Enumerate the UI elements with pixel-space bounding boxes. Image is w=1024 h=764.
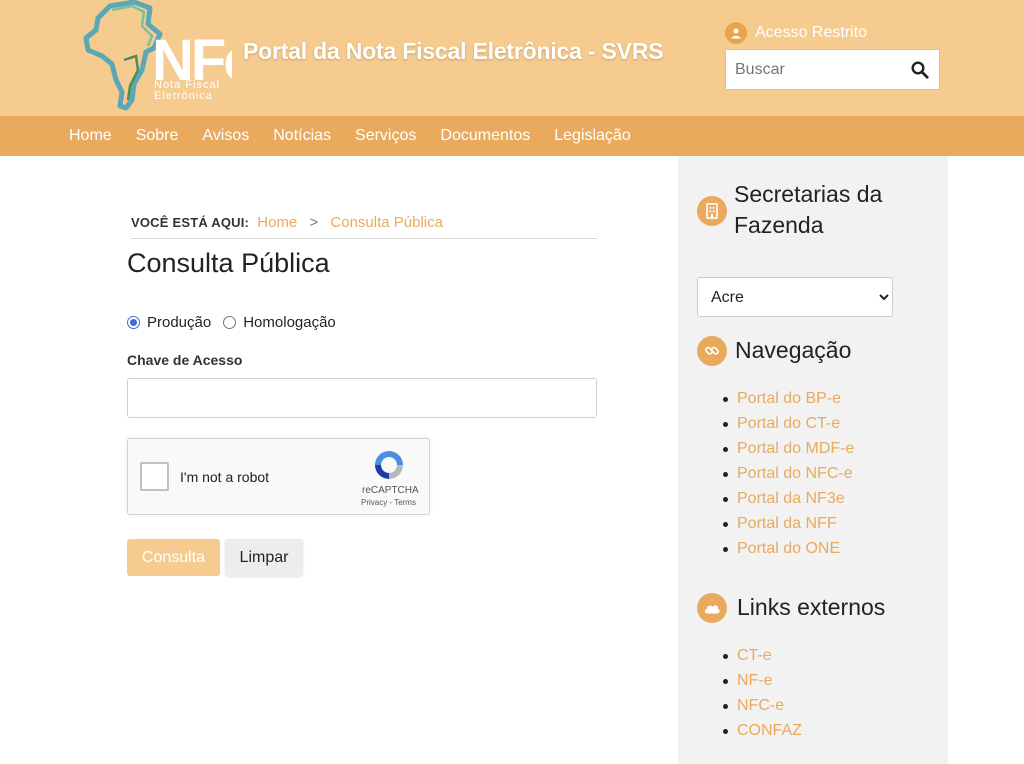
link-portal-cte[interactable]: Portal do CT-e: [737, 415, 840, 432]
site-header: NFe Nota Fiscal Eletrônica Portal da Not…: [0, 0, 1024, 116]
recaptcha-logo-icon: [375, 451, 403, 479]
list-item: Portal do MDF-e: [722, 436, 854, 461]
navegacao-links: Portal do BP-e Portal do CT-e Portal do …: [722, 386, 854, 561]
limpar-button[interactable]: Limpar: [225, 539, 303, 576]
site-title[interactable]: Portal da Nota Fiscal Eletrônica - SVRS: [243, 38, 664, 65]
links-externos-title: Links externos: [737, 594, 886, 620]
nav-item-noticias[interactable]: Notícias: [273, 127, 331, 145]
cloud-icon: [697, 593, 727, 623]
breadcrumb-separator: >: [309, 214, 319, 231]
radio-producao[interactable]: Produção: [127, 314, 211, 331]
radio-homologacao-label: Homologação: [243, 314, 336, 331]
search-button[interactable]: [901, 51, 939, 89]
page-title: Consulta Pública: [127, 248, 330, 278]
nfe-logo[interactable]: NFe Nota Fiscal Eletrônica: [82, 0, 257, 114]
environment-radio-group: Produção Homologação: [127, 314, 348, 331]
search-icon: [911, 60, 929, 79]
recaptcha-brand: reCAPTCHA: [362, 485, 419, 496]
link-portal-nff[interactable]: Portal da NFF: [737, 515, 837, 532]
list-item: Portal do CT-e: [722, 411, 854, 436]
link-portal-bpe[interactable]: Portal do BP-e: [737, 390, 841, 407]
breadcrumb-label: VOCÊ ESTÁ AQUI:: [131, 215, 250, 230]
link-confaz[interactable]: CONFAZ: [737, 722, 802, 739]
search-input[interactable]: [726, 50, 901, 89]
nav-item-avisos[interactable]: Avisos: [202, 127, 249, 145]
radio-homologacao[interactable]: Homologação: [223, 314, 336, 331]
secretarias-title: Secretarias da Fazenda: [734, 181, 883, 238]
logo-subtext: Nota Fiscal Eletrônica: [154, 79, 221, 102]
nav-item-home[interactable]: Home: [69, 127, 112, 145]
list-item: CT-e: [723, 643, 802, 668]
radio-producao-label: Produção: [147, 314, 212, 331]
list-item: Portal da NF3e: [722, 486, 854, 511]
radio-producao-dot[interactable]: [127, 316, 140, 329]
list-item: Portal do BP-e: [722, 386, 854, 411]
breadcrumb-current[interactable]: Consulta Pública: [330, 214, 443, 231]
building-icon: [697, 196, 727, 226]
recaptcha-checkbox[interactable]: [140, 462, 169, 491]
link-portal-nfce[interactable]: Portal do NFC-e: [737, 465, 853, 482]
recaptcha-widget: I'm not a robot reCAPTCHA Privacy - Term…: [127, 438, 430, 515]
list-item: Portal do NFC-e: [722, 461, 854, 486]
navegacao-title: Navegação: [735, 337, 852, 363]
user-icon: [725, 22, 747, 44]
nav-item-documentos[interactable]: Documentos: [440, 127, 530, 145]
chave-acesso-label: Chave de Acesso: [127, 352, 243, 368]
recaptcha-terms-link[interactable]: Privacy - Terms: [361, 498, 416, 507]
search-box: [725, 49, 940, 90]
link-nfe[interactable]: NF-e: [737, 672, 773, 689]
link-nfce[interactable]: NFC-e: [737, 697, 784, 714]
chave-acesso-input[interactable]: [127, 378, 597, 418]
nav-item-servicos[interactable]: Serviços: [355, 127, 416, 145]
links-externos-list: CT-e NF-e NFC-e CONFAZ: [723, 643, 802, 743]
nav-item-legislacao[interactable]: Legislação: [554, 127, 631, 145]
list-item: NF-e: [723, 668, 802, 693]
list-item: CONFAZ: [723, 718, 802, 743]
link-portal-one[interactable]: Portal do ONE: [737, 540, 840, 557]
breadcrumb-home[interactable]: Home: [257, 214, 297, 231]
recaptcha-label: I'm not a robot: [180, 469, 270, 485]
restricted-access-link[interactable]: Acesso Restrito: [725, 22, 867, 44]
radio-homologacao-dot[interactable]: [223, 316, 237, 329]
link-portal-nf3e[interactable]: Portal da NF3e: [737, 490, 845, 507]
list-item: Portal da NFF: [722, 511, 854, 536]
link-icon: [697, 336, 727, 366]
state-select[interactable]: Acre: [697, 277, 893, 317]
link-portal-mdfe[interactable]: Portal do MDF-e: [737, 440, 854, 457]
consulta-button[interactable]: Consulta: [127, 539, 220, 576]
nav-item-sobre[interactable]: Sobre: [136, 127, 179, 145]
restricted-access-label: Acesso Restrito: [755, 24, 868, 41]
list-item: NFC-e: [723, 693, 802, 718]
breadcrumb: VOCÊ ESTÁ AQUI: Home > Consulta Pública: [131, 214, 597, 239]
link-cte[interactable]: CT-e: [737, 647, 772, 664]
main-nav: Home Sobre Avisos Notícias Serviços Docu…: [0, 116, 1024, 156]
list-item: Portal do ONE: [722, 536, 854, 561]
